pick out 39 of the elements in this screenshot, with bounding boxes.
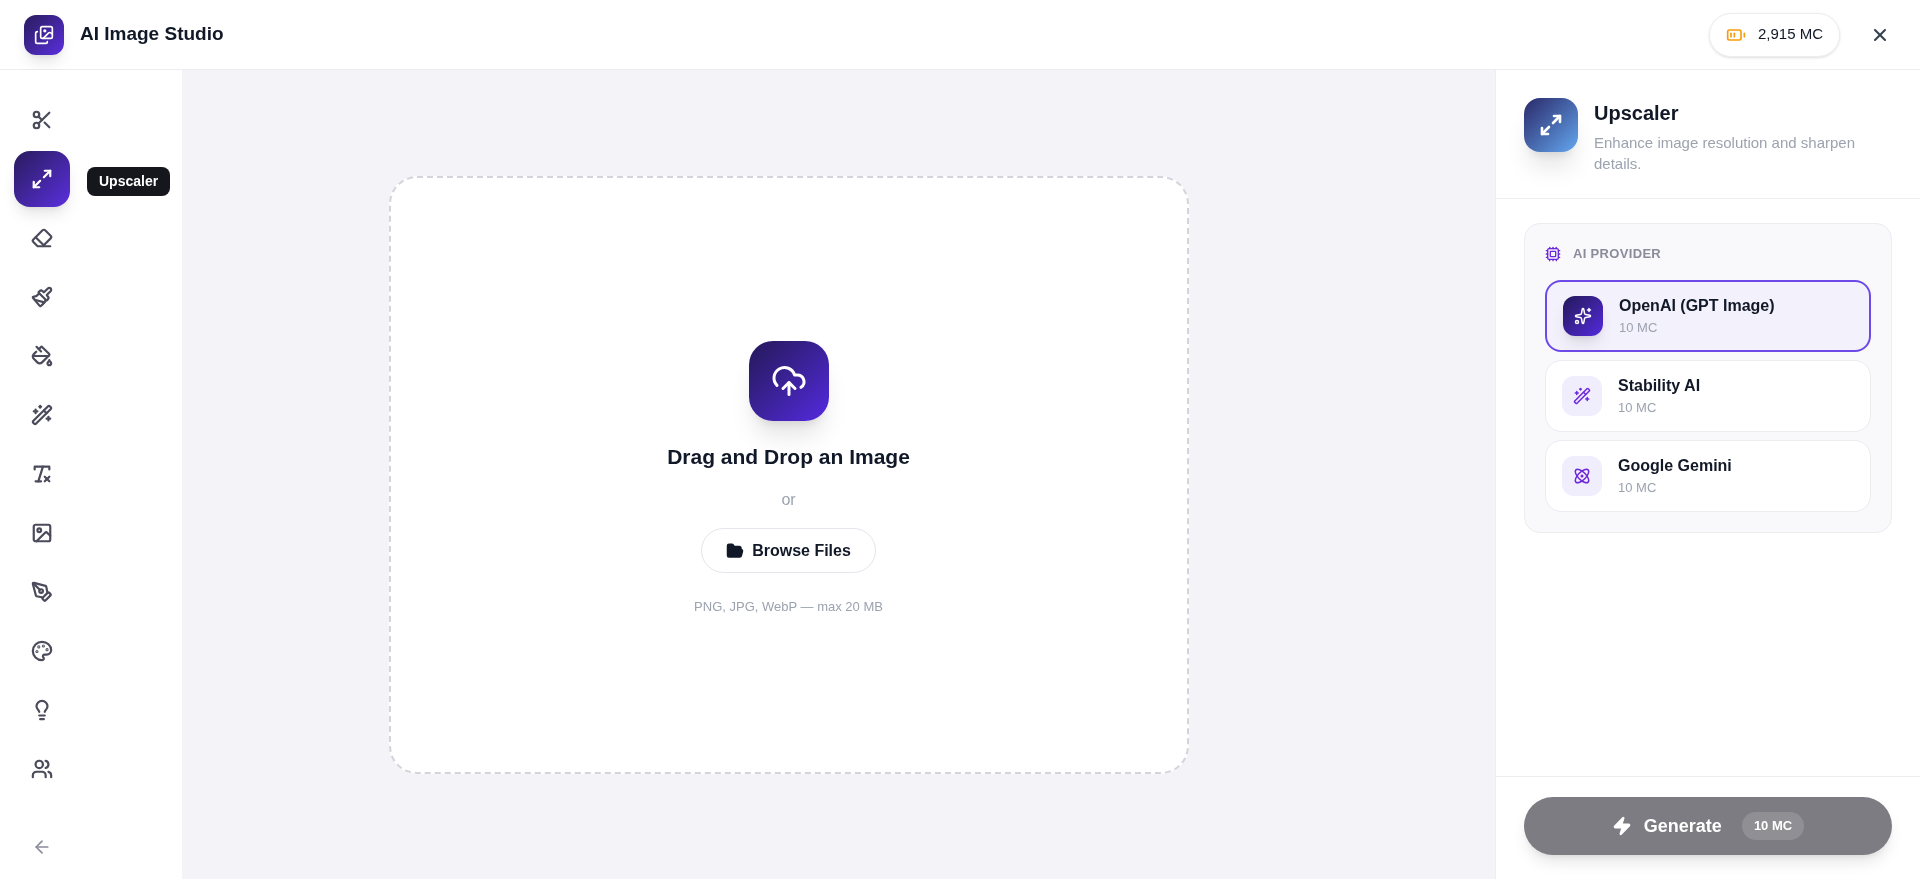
provider-name: Google Gemini (1618, 455, 1732, 476)
app-logo-icon (24, 14, 64, 55)
lightning-icon (1611, 816, 1632, 836)
scissors-icon (31, 108, 53, 131)
panel-description: Enhance image resolution and sharpen details. (1594, 133, 1856, 174)
separator-text: or (781, 490, 796, 510)
palette-icon (31, 639, 53, 662)
provider-name: Stability AI (1618, 375, 1701, 396)
magic-wand-icon (1562, 375, 1602, 416)
panel-title: Upscaler (1594, 101, 1680, 126)
atom-icon (1562, 455, 1602, 496)
expand-arrows-icon (1524, 98, 1578, 152)
provider-name: OpenAI (GPT Image) (1619, 295, 1775, 316)
file-hint: PNG, JPG, WebP — max 20 MB (694, 598, 883, 616)
eraser-icon (31, 226, 53, 249)
cost-badge: 10 MC (1741, 812, 1805, 840)
provider-option[interactable]: Stability AI 10 MC (1545, 359, 1871, 432)
users-icon (31, 757, 53, 780)
sparkles-icon (1563, 295, 1603, 336)
magic-wand-icon (31, 403, 53, 426)
drop-title: Drag and Drop an Image (667, 443, 910, 470)
folder-icon (726, 541, 745, 560)
image-icon (31, 521, 53, 544)
section-label: AI PROVIDER (1573, 245, 1662, 263)
provider-cost: 10 MC (1619, 318, 1659, 337)
paint-bucket-icon (31, 344, 53, 367)
tooltip: Upscaler (87, 167, 171, 196)
tool-button[interactable] (14, 150, 70, 207)
provider-option[interactable]: Google Gemini 10 MC (1545, 439, 1871, 512)
cloud-upload-icon (748, 340, 829, 421)
app-title: AI Image Studio (80, 22, 224, 47)
expand-arrows-icon (31, 167, 53, 190)
pen-nib-icon (31, 580, 53, 603)
drop-zone[interactable]: Drag and Drop an Image or Browse Files PNG, JPG, WebP — max 20 MB (388, 175, 1189, 774)
chip-icon (1545, 245, 1561, 262)
provider-cost: 10 MC (1618, 478, 1658, 497)
provider-option[interactable]: OpenAI (GPT Image) 10 MC (1545, 279, 1871, 352)
paintbrush-icon (31, 285, 53, 308)
provider-cost: 10 MC (1618, 398, 1658, 417)
